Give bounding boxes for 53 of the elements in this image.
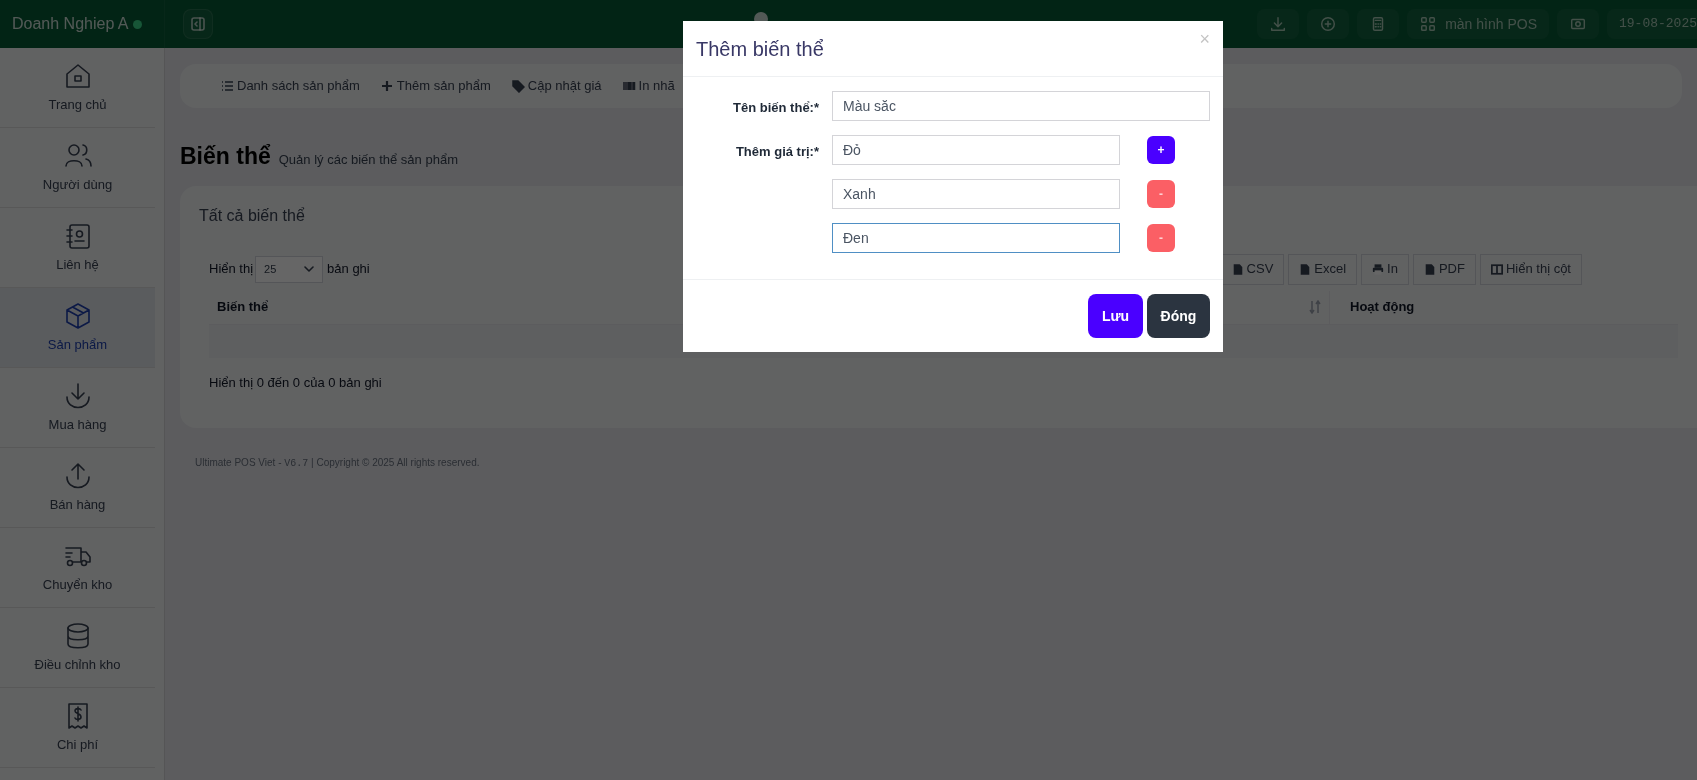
plus-icon — [379, 79, 394, 93]
sidebar-item[interactable]: Chuyển kho — [0, 528, 155, 608]
download-icon — [1269, 15, 1288, 33]
brand-name: Doanh Nghiep A — [12, 14, 129, 34]
file-icon — [1231, 262, 1244, 276]
barcode-icon — [621, 79, 636, 93]
length-label: bản ghi — [327, 260, 370, 279]
variant-value-field[interactable]: Đỏ — [832, 135, 1120, 165]
subnav-link[interactable]: In nhã — [621, 76, 675, 96]
remove-value-button[interactable]: - — [1147, 224, 1175, 252]
plus-circle-icon — [1319, 15, 1338, 33]
sort-icon[interactable] — [1309, 300, 1321, 314]
sidebar-toggle-icon — [191, 17, 205, 31]
variant-name-field[interactable]: Màu săc — [832, 91, 1210, 121]
export-button[interactable]: Hiển thị cột — [1479, 253, 1582, 285]
card-title: Tất cả biến thể — [199, 205, 306, 226]
close-dialog-button[interactable]: Đóng — [1147, 294, 1210, 338]
grid-icon — [1419, 15, 1438, 33]
remove-value-button[interactable]: - — [1147, 180, 1175, 208]
columns-icon — [1490, 262, 1503, 276]
page-subtitle: Quản lý các biến thể sản phẩm — [278, 151, 458, 169]
close-button[interactable]: × — [1199, 30, 1210, 48]
modal-title: Thêm biến thể — [696, 36, 824, 62]
variant-value-field[interactable]: Đen — [832, 223, 1120, 253]
field-label: Thêm giá trị:* — [734, 143, 819, 161]
add-value-button[interactable]: + — [1147, 136, 1175, 164]
export-button[interactable]: Excel — [1288, 253, 1358, 285]
sidebar-item[interactable]: Điều chỉnh kho — [0, 608, 155, 688]
file-icon — [1423, 262, 1436, 276]
table-info: Hiển thị 0 đến 0 của 0 bản ghi — [209, 373, 383, 392]
subnav-link[interactable]: Thêm sản phẩm — [379, 76, 491, 96]
subnav-link[interactable]: Danh sách sản phẩm — [220, 76, 360, 96]
save-button[interactable]: Lưu — [1088, 294, 1143, 338]
export-button[interactable]: CSV — [1220, 253, 1285, 285]
sidebar-item[interactable]: Chi phí — [0, 688, 155, 768]
sidebar-item[interactable]: Sản phẩm — [0, 288, 155, 368]
length-label: Hiển thị — [209, 260, 254, 279]
sidebar-item[interactable]: Người dùng — [0, 128, 155, 208]
export-button[interactable]: In — [1361, 253, 1409, 285]
sidebar-item[interactable]: Mua hàng — [0, 368, 155, 448]
tag-icon — [510, 79, 525, 93]
sidebar-item[interactable]: Trang chủ — [0, 48, 155, 128]
sidebar-item[interactable]: Bán hàng — [0, 448, 155, 528]
export-button[interactable]: PDF — [1412, 253, 1476, 285]
list-icon — [220, 79, 234, 93]
page-title: Biến thể — [180, 142, 271, 171]
file-icon — [1299, 262, 1312, 276]
chevron-down-icon — [304, 265, 315, 273]
column-header[interactable]: Hoạt động — [1329, 290, 1415, 324]
subnav-link[interactable]: Cập nhật giá — [510, 76, 602, 96]
field-label: Tên biến thể:* — [732, 99, 819, 117]
page-length-select[interactable]: 25 — [255, 255, 324, 283]
variant-value-field[interactable]: Xanh — [832, 179, 1120, 209]
